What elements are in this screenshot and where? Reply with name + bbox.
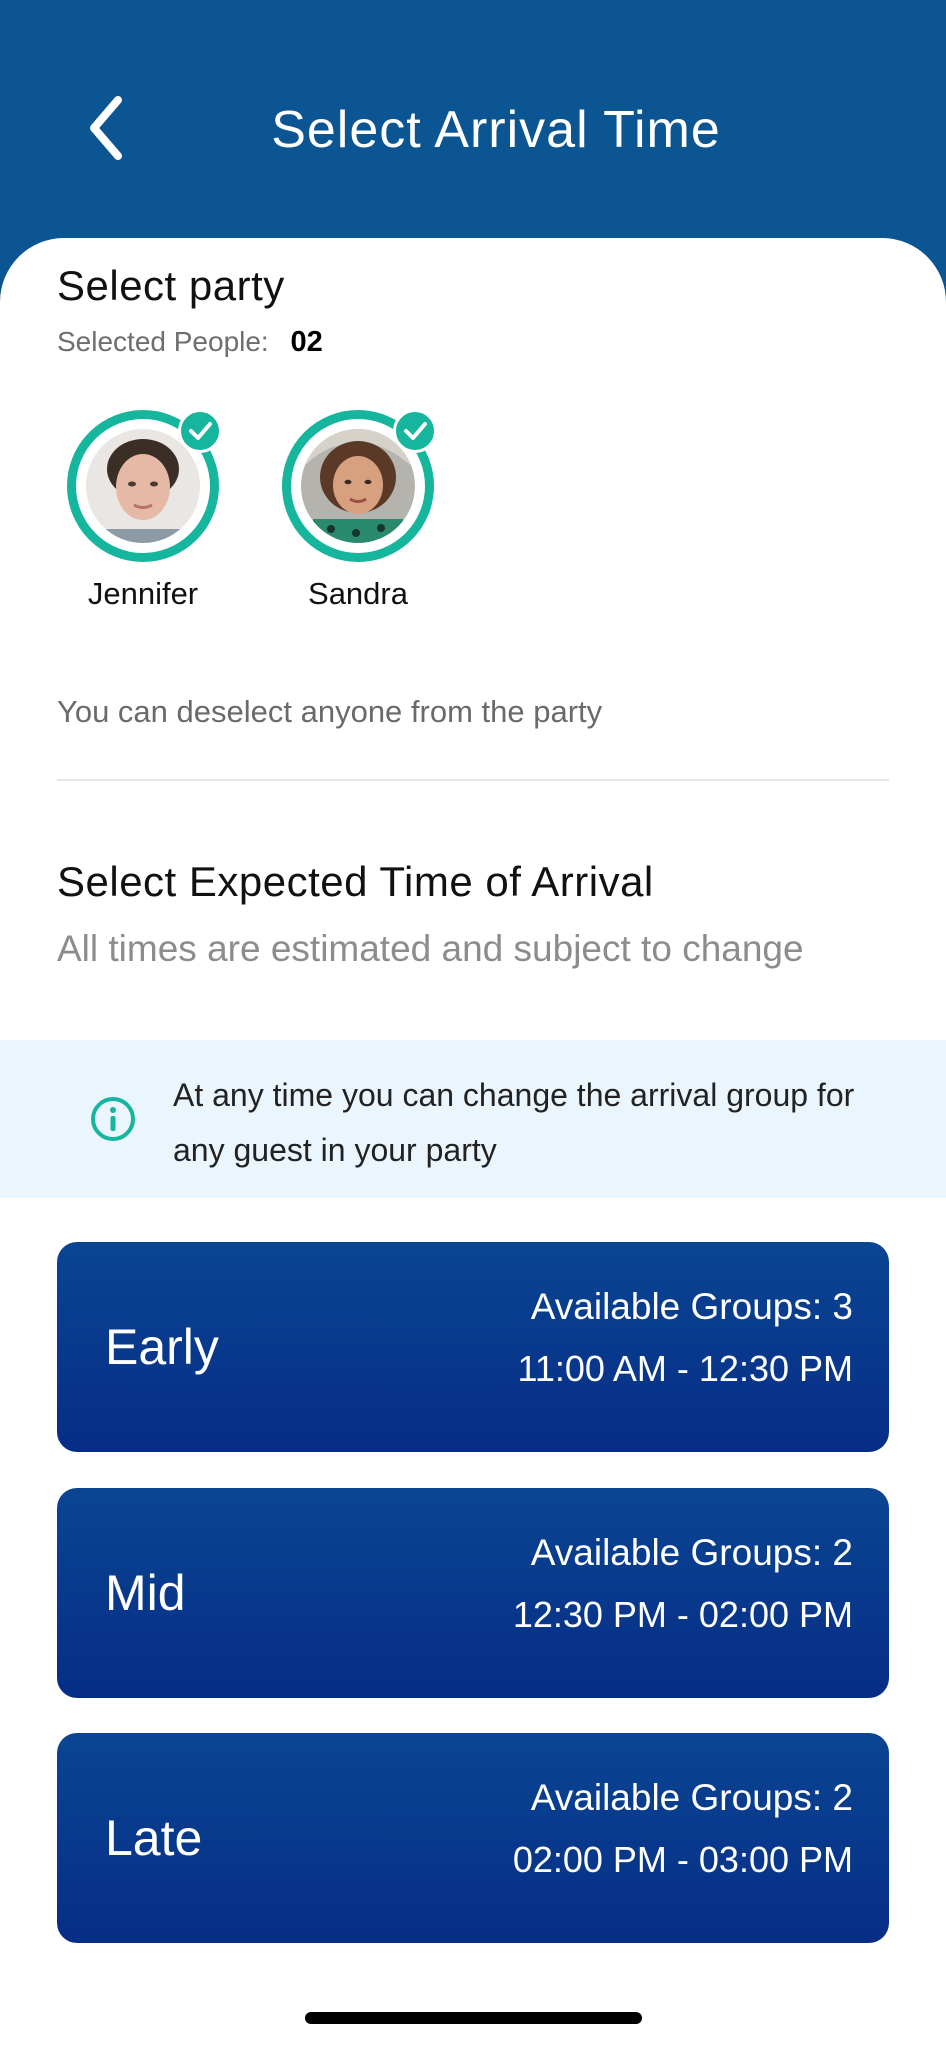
slot-time-range: 02:00 PM - 03:00 PM [512,1839,853,1880]
slot-time-range: 11:00 AM - 12:30 PM [517,1348,853,1389]
arrival-subtitle: All times are estimated and subject to c… [57,928,804,969]
slot-name: Late [105,1810,203,1866]
party-member-name: Jennifer [87,576,199,611]
page-title: Select Arrival Time [271,101,721,159]
slot-name: Early [105,1319,219,1375]
party-member-jennifer[interactable]: Jennifer [63,409,223,612]
slot-name: Mid [105,1565,186,1621]
check-icon [404,422,427,440]
avatar-ring [67,409,222,562]
selected-people-row: Selected People: 02 [57,326,323,359]
slot-available-groups: Available Groups: 2 [530,1532,853,1573]
selected-check-badge [393,409,437,453]
party-member-sandra[interactable]: Sandra [278,409,438,612]
slot-available-groups: Available Groups: 3 [530,1286,853,1327]
selected-check-badge [178,409,222,453]
app-header: Select Arrival Time [0,0,946,262]
avatar-ring [282,409,437,562]
slot-time-range: 12:30 PM - 02:00 PM [512,1594,853,1635]
slot-available-groups: Available Groups: 2 [530,1777,853,1818]
home-indicator[interactable] [305,2012,642,2024]
party-member-name: Sandra [308,576,408,611]
info-text: At any time you can change the arrival g… [173,1077,855,1168]
party-section-title: Select party [57,262,285,309]
info-banner: At any time you can change the arrival g… [0,1040,946,1198]
info-circle-icon [91,1097,135,1141]
divider [57,779,889,781]
arrival-slot-early[interactable]: Early Available Groups: 3 11:00 AM - 12:… [57,1242,889,1452]
selected-people-count: 02 [290,326,323,358]
deselect-hint: You can deselect anyone from the party [57,694,603,729]
arrival-slot-late[interactable]: Late Available Groups: 2 02:00 PM - 03:0… [57,1733,889,1943]
selected-people-label: Selected People: [57,326,269,357]
arrival-section-title: Select Expected Time of Arrival [57,858,654,905]
check-icon [189,422,212,440]
arrival-slot-mid[interactable]: Mid Available Groups: 2 12:30 PM - 02:00… [57,1488,889,1698]
